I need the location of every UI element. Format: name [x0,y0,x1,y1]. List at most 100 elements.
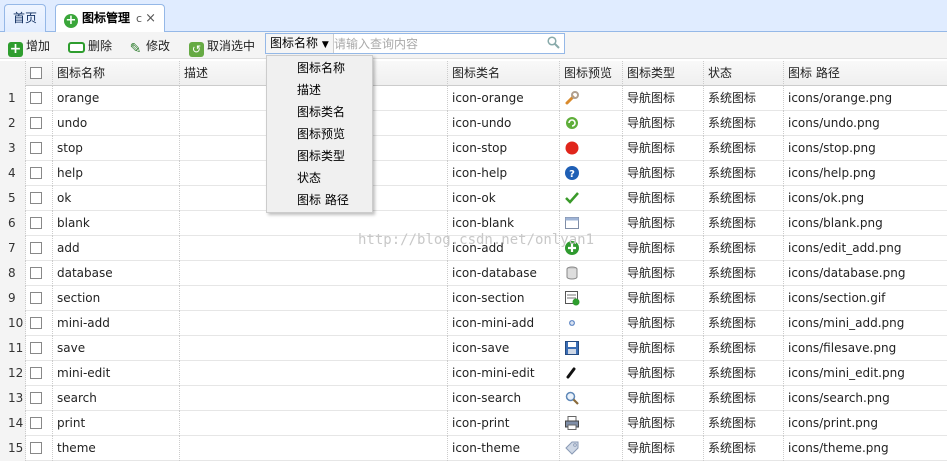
table-row[interactable]: 10 mini-add icon-mini-add 导航图标 系统图标 icons/min… [0,311,947,336]
cell-path: icons/database.png [788,266,906,280]
unselect-button[interactable]: ↺ 取消选中 [187,35,257,57]
checkbox[interactable] [30,392,42,404]
checkbox[interactable] [30,267,42,279]
row-number-header [0,61,26,86]
icon-preview-cell: ? [560,161,623,186]
table-row[interactable]: 7 add icon-add 导航图标 系统图标 icons/edit_add.png [0,236,947,261]
checkbox[interactable] [30,67,42,79]
cell-cls: icon-undo [448,111,560,136]
col-header-path[interactable]: 图标 路径 [784,61,947,86]
row-checkbox-cell[interactable] [26,411,53,436]
table-row[interactable]: 13 search icon-search 导航图标 系统图标 icons/search.… [0,386,947,411]
section-icon [564,290,580,306]
row-checkbox-cell[interactable] [26,361,53,386]
checkbox[interactable] [30,167,42,179]
col-header-type[interactable]: 图标类型 [623,61,704,86]
tab-icon-management[interactable]: + 图标管理 c × [55,4,165,33]
edit-label: 修改 [146,39,171,53]
col-header-class[interactable]: 图标类名 [448,61,560,86]
checkbox[interactable] [30,442,42,454]
table-row[interactable]: 4 help icon-help? 导航图标 系统图标 icons/help.png [0,161,947,186]
cell-desc [180,386,448,411]
table-row[interactable]: 15 theme icon-theme 导航图标 系统图标 icons/theme.png [0,436,947,461]
table-row[interactable]: 8 database icon-database 导航图标 系统图标 icons/data… [0,261,947,286]
dropdown-item[interactable]: 描述 [267,79,372,101]
row-checkbox-cell[interactable] [26,386,53,411]
table-row[interactable]: 5 ok icon-ok 导航图标 系统图标 icons/ok.png [0,186,947,211]
dropdown-item[interactable]: 图标预览 [267,123,372,145]
cell-path: icons/undo.png [788,116,880,130]
table-row[interactable]: 2 undo icon-undo 导航图标 系统图标 icons/undo.png [0,111,947,136]
cell-status: 系统图标 [704,236,784,261]
dropdown-item[interactable]: 图标类名 [267,101,372,123]
checkbox[interactable] [30,142,42,154]
cell-desc [180,311,448,336]
checkbox[interactable] [30,92,42,104]
table-row[interactable]: 11 save icon-save 导航图标 系统图标 icons/filesave.pn… [0,336,947,361]
col-header-status[interactable]: 状态 [704,61,784,86]
checkbox[interactable] [30,342,42,354]
icon-preview-cell [560,136,623,161]
cell-name: blank [53,211,180,236]
table-row[interactable]: 14 print icon-print 导航图标 系统图标 icons/print.png [0,411,947,436]
search-icon[interactable] [547,36,560,49]
icon-preview-cell [560,411,623,436]
table-row[interactable]: 3 stop icon-stop 导航图标 系统图标 icons/stop.png [0,136,947,161]
reload-icon[interactable]: c [136,6,142,32]
table-row[interactable]: 6 blank icon-blank 导航图标 系统图标 icons/blank.png [0,211,947,236]
checkbox[interactable] [30,292,42,304]
icon-preview-cell [560,361,623,386]
cell-path: icons/mini_add.png [788,316,905,330]
row-checkbox-cell[interactable] [26,261,53,286]
col-header-name[interactable]: 图标名称 [53,61,180,86]
mini-edit-icon [564,365,580,381]
row-checkbox-cell[interactable] [26,286,53,311]
row-checkbox-cell[interactable] [26,211,53,236]
row-checkbox-cell[interactable] [26,161,53,186]
row-checkbox-cell[interactable] [26,436,53,461]
select-all-checkbox[interactable] [26,61,53,86]
dropdown-item[interactable]: 状态 [267,167,372,189]
table-row[interactable]: 12 mini-edit icon-mini-edit 导航图标 系统图标 icons/m… [0,361,947,386]
stop-icon [564,140,580,156]
cell-cls: icon-section [448,286,560,311]
row-checkbox-cell[interactable] [26,136,53,161]
cell-type: 导航图标 [623,411,704,436]
row-checkbox-cell[interactable] [26,186,53,211]
close-icon[interactable]: × [145,6,156,32]
checkbox[interactable] [30,117,42,129]
row-checkbox-cell[interactable] [26,111,53,136]
cell-status: 系统图标 [704,436,784,461]
dropdown-item[interactable]: 图标名称 [267,57,372,79]
row-number: 13 [0,386,26,411]
unselect-label: 取消选中 [207,39,256,53]
cell-status: 系统图标 [704,411,784,436]
cell-type: 导航图标 [623,236,704,261]
edit-button[interactable]: ✎ 修改 [126,35,172,57]
cell-path: icons/theme.png [788,441,889,455]
add-button[interactable]: + 增加 [6,35,52,57]
row-checkbox-cell[interactable] [26,336,53,361]
table-row[interactable]: 1 orange icon-orange 导航图标 系统图标 icons/orange.p… [0,86,947,111]
checkbox[interactable] [30,417,42,429]
cell-cls: icon-theme [448,436,560,461]
checkbox[interactable] [30,217,42,229]
cell-desc [180,436,448,461]
search-field-selector[interactable]: 图标名称 ▼ [266,34,334,53]
dropdown-item[interactable]: 图标 路径 [267,189,372,211]
tab-home[interactable]: 首页 [4,4,47,32]
checkbox[interactable] [30,242,42,254]
search-input[interactable] [334,35,539,52]
row-checkbox-cell[interactable] [26,311,53,336]
cell-name: theme [53,436,180,461]
col-header-preview[interactable]: 图标预览 [560,61,623,86]
row-checkbox-cell[interactable] [26,86,53,111]
checkbox[interactable] [30,317,42,329]
checkbox[interactable] [30,192,42,204]
dropdown-item[interactable]: 图标类型 [267,145,372,167]
checkbox[interactable] [30,367,42,379]
delete-button[interactable]: 删除 [66,35,114,57]
cell-type: 导航图标 [623,136,704,161]
table-row[interactable]: 9 section icon-section 导航图标 系统图标 icons/sectio… [0,286,947,311]
row-checkbox-cell[interactable] [26,236,53,261]
